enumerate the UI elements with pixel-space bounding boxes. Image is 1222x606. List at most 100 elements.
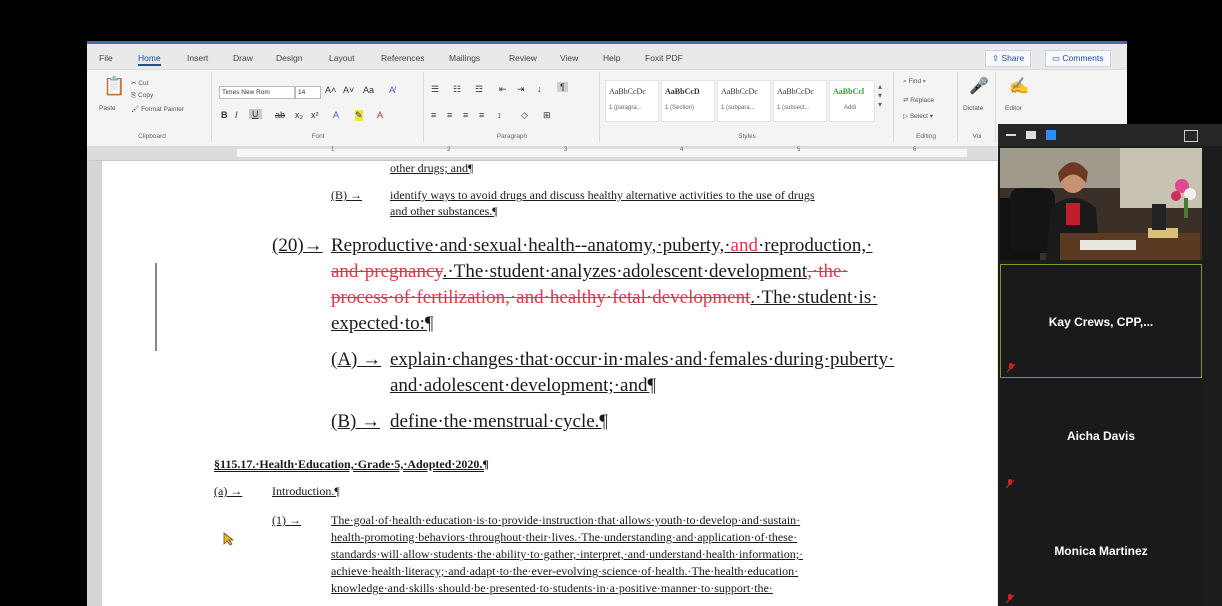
participant-tile-active[interactable]: Kay Crews, CPP,...	[1000, 264, 1202, 378]
select-button[interactable]: ▷ Select ▾	[903, 112, 933, 120]
paste-icon[interactable]: 📋	[103, 76, 125, 97]
numbering-icon[interactable]: ☷	[453, 84, 461, 95]
show-formatting-icon[interactable]: ¶	[557, 82, 568, 92]
styles-group: AaBbCcDc 1 (paragra... AaBbCcD 1 (Sectio…	[601, 72, 894, 142]
underline-icon[interactable]: U	[249, 109, 262, 119]
sort-icon[interactable]: ↓	[537, 84, 542, 94]
increase-indent-icon[interactable]: ⇥	[517, 84, 525, 95]
strikethrough-icon[interactable]: ab	[275, 110, 285, 120]
style-name: 1 (subpara...	[721, 105, 755, 111]
decrease-indent-icon[interactable]: ⇤	[499, 84, 507, 95]
editor-label[interactable]: Editor	[1005, 105, 1022, 112]
superscript-icon[interactable]: x²	[311, 110, 319, 120]
format-painter-button[interactable]: 🖌 Format Painter	[131, 105, 184, 113]
multilevel-list-icon[interactable]: ☲	[475, 84, 483, 95]
participant-tile[interactable]: Monica Martinez	[1000, 496, 1202, 606]
paste-label[interactable]: Paste	[99, 105, 116, 112]
style-addi[interactable]: AaBbCcl Addi	[829, 80, 875, 122]
doc-line: other drugs; and¶	[390, 161, 474, 175]
align-left-icon[interactable]: ≡	[431, 110, 436, 120]
dictate-label[interactable]: Dictate	[963, 105, 983, 112]
font-color-icon[interactable]: A	[377, 110, 383, 120]
doc-line: Introduction.¶	[272, 484, 340, 498]
tab-mailings[interactable]: Mailings	[449, 53, 480, 63]
copy-button[interactable]: ⎘ Copy	[131, 92, 153, 100]
doc-text: Reproductive·and·sexual·health--anatomy,…	[331, 235, 731, 256]
line-spacing-icon[interactable]: ↕	[497, 110, 502, 120]
font-name-select[interactable]: Times New Rom	[219, 86, 295, 99]
bullets-icon[interactable]: ☰	[431, 84, 439, 95]
tab-foxit-pdf[interactable]: Foxit PDF	[645, 53, 683, 63]
clear-format-icon[interactable]: A̸	[389, 85, 395, 95]
doc-line: and·pregnancy.·The·student·analyzes·adol…	[331, 261, 848, 283]
styles-scroll-icon[interactable]: ▴ ▾ ▾	[878, 82, 882, 109]
tab-help[interactable]: Help	[603, 53, 620, 63]
editor-icon[interactable]: ✍	[1009, 76, 1029, 96]
borders-icon[interactable]: ⊞	[543, 110, 551, 121]
style-sample: AaBbCcD	[665, 87, 700, 96]
doc-deleted-text: process·of·fertilization,·and·healthy·fe…	[331, 287, 751, 308]
align-center-icon[interactable]: ≡	[447, 110, 452, 120]
format-painter-label: Format Painter	[141, 106, 185, 113]
participant-tile[interactable]: Aicha Davis	[1000, 380, 1202, 494]
tab-file[interactable]: File	[99, 53, 113, 63]
share-button[interactable]: ⇪ Share	[985, 50, 1032, 67]
italic-icon[interactable]: I	[235, 110, 238, 120]
style-subparagraph[interactable]: AaBbCcDc 1 (subpara...	[717, 80, 771, 122]
doc-deleted-text: and·pregnancy	[331, 261, 443, 282]
style-name: 1 (paragra...	[609, 105, 642, 111]
tab-review[interactable]: Review	[509, 53, 537, 63]
subscript-icon[interactable]: x₂	[295, 110, 303, 120]
ruler-number: 5	[797, 147, 801, 153]
tab-design[interactable]: Design	[276, 53, 302, 63]
text-effects-icon[interactable]: A	[333, 110, 339, 120]
change-case-icon[interactable]: Aa	[363, 85, 374, 95]
ruler: 1 2 3 4 5 6	[87, 146, 997, 161]
comments-label: Comments	[1062, 53, 1104, 63]
style-paragraph[interactable]: AaBbCcDc 1 (paragra...	[605, 80, 659, 122]
bold-icon[interactable]: B	[221, 110, 228, 120]
style-section[interactable]: AaBbCcD 1 (Section)	[661, 80, 715, 122]
copy-label: Copy	[138, 92, 154, 99]
ribbon: 📋 Paste ✂ Cut ⎘ Copy 🖌 Format Painter Cl…	[87, 69, 1127, 147]
style-sample: AaBbCcDc	[609, 87, 646, 96]
cut-button[interactable]: ✂ Cut	[131, 79, 148, 87]
tab-references[interactable]: References	[381, 53, 424, 63]
doc-text: .·The·student·analyzes·adolescent·develo…	[442, 261, 808, 282]
tab-layout[interactable]: Layout	[329, 53, 355, 63]
ruler-number: 4	[680, 147, 684, 153]
doc-line: define·the·menstrual·cycle.¶	[390, 411, 609, 432]
microphone-icon[interactable]: 🎤	[969, 76, 989, 96]
find-label: Find	[908, 78, 922, 85]
participant-video-tile[interactable]	[1000, 148, 1202, 260]
find-button[interactable]: ⌕ Find ▾	[903, 78, 926, 86]
doc-text: .·The·student·is·	[750, 287, 878, 308]
ruler-number: 6	[913, 147, 917, 153]
style-subsection[interactable]: AaBbCcDc 1 (subsect...	[773, 80, 827, 122]
grow-font-icon[interactable]: A˄	[325, 85, 336, 95]
tab-draw[interactable]: Draw	[233, 53, 253, 63]
stop-video-icon[interactable]	[1026, 131, 1036, 139]
tab-home[interactable]: Home	[138, 53, 161, 66]
tab-view[interactable]: View	[560, 53, 578, 63]
highlight-icon[interactable]: ✎	[355, 110, 363, 121]
font-size-select[interactable]: 14	[295, 86, 321, 99]
voice-group-label: Voi	[972, 133, 982, 140]
align-right-icon[interactable]: ≡	[463, 110, 468, 120]
replace-label: Replace	[910, 97, 935, 104]
doc-inserted-text: and	[730, 235, 758, 256]
shading-icon[interactable]: ◇	[521, 110, 528, 121]
view-mode-icon[interactable]	[1046, 130, 1056, 140]
participant-name: Monica Martinez	[1054, 544, 1148, 558]
comments-button[interactable]: ▭ Comments	[1045, 50, 1111, 67]
font-group: Times New Rom 14 A˄ A˅ Aa A̸ B I U ab x₂…	[213, 72, 424, 142]
justify-icon[interactable]: ≡	[479, 110, 484, 120]
minimize-icon[interactable]	[1006, 134, 1016, 136]
exit-fullscreen-icon[interactable]	[1184, 130, 1198, 142]
document-page[interactable]: other drugs; and¶ (B) → identify ways to…	[102, 161, 997, 606]
tab-insert[interactable]: Insert	[187, 53, 208, 63]
replace-button[interactable]: ⇄ Replace	[903, 96, 934, 104]
select-label: Select	[909, 113, 928, 120]
shrink-font-icon[interactable]: A˅	[343, 85, 354, 95]
style-sample: AaBbCcl	[833, 87, 865, 96]
